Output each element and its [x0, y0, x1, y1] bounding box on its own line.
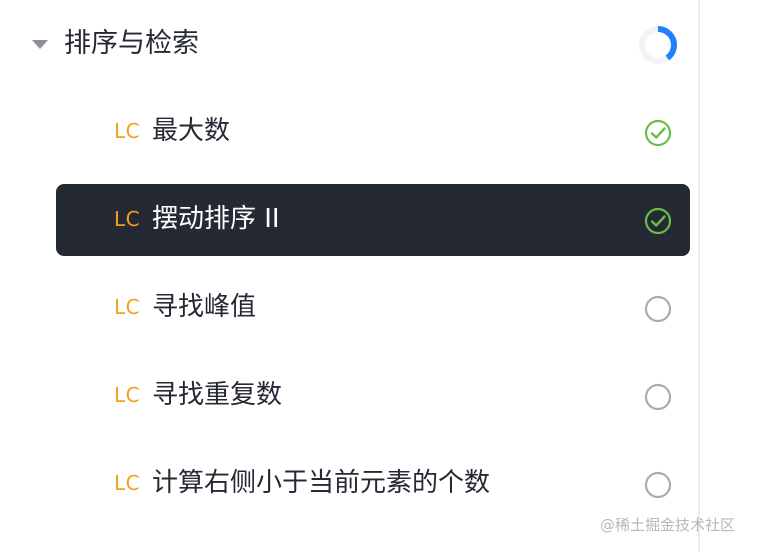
check-circle-icon — [644, 119, 672, 147]
progress-ring — [639, 26, 677, 64]
problem-title: 最大数 — [152, 116, 231, 146]
section-title: 排序与检索 — [64, 28, 199, 59]
problem-item-4[interactable]: LC 计算右侧小于当前元素的个数 — [56, 448, 690, 520]
problem-item-2[interactable]: LC 寻找峰值 — [56, 272, 690, 344]
problem-item-3[interactable]: LC 寻找重复数 — [56, 360, 690, 432]
problem-title: 计算右侧小于当前元素的个数 — [152, 468, 491, 498]
lc-tag: LC — [114, 207, 141, 231]
problem-title: 寻找峰值 — [152, 292, 257, 322]
check-circle-icon — [644, 207, 672, 235]
empty-circle-icon — [644, 295, 672, 323]
lc-tag: LC — [114, 471, 141, 495]
problem-title: 寻找重复数 — [152, 380, 283, 410]
problem-title: 摆动排序 II — [152, 204, 280, 234]
panel-divider — [698, 0, 700, 552]
caret-down-icon[interactable] — [32, 40, 48, 49]
problem-item-1[interactable]: LC 摆动排序 II — [56, 184, 690, 256]
section-header[interactable]: 排序与检索 — [0, 12, 698, 76]
watermark: @稀土掘金技术社区 — [600, 516, 736, 534]
lc-tag: LC — [114, 119, 141, 143]
lc-tag: LC — [114, 295, 141, 319]
problem-item-0[interactable]: LC 最大数 — [56, 96, 690, 168]
empty-circle-icon — [644, 383, 672, 411]
lc-tag: LC — [114, 383, 141, 407]
catalog-panel: 排序与检索 LC 最大数 LC 摆动排序 II LC 寻找峰值 LC 寻找重复数 — [0, 0, 698, 552]
empty-circle-icon — [644, 471, 672, 499]
